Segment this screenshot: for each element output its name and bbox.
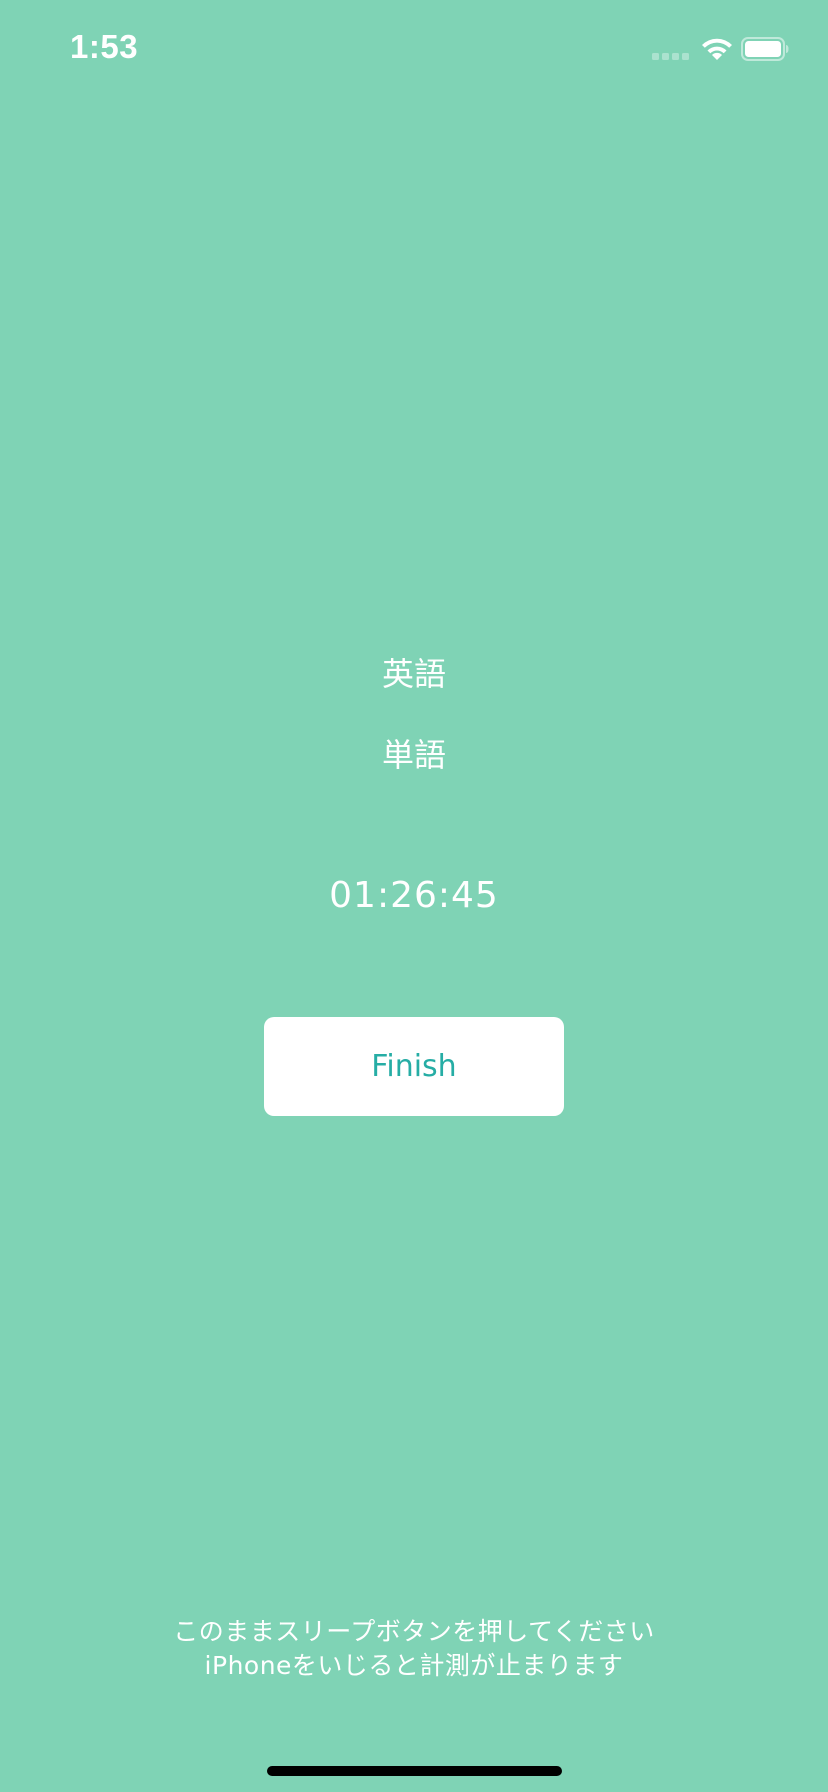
finish-button[interactable]: Finish — [264, 1017, 564, 1116]
wifi-icon — [702, 38, 732, 60]
sleep-instruction-line1: このままスリープボタンを押してください — [173, 1617, 655, 1646]
signal-icon — [652, 53, 689, 60]
sleep-instruction-line2: iPhoneをいじると計測が止まります — [204, 1651, 624, 1680]
battery-icon — [741, 37, 789, 61]
elapsed-timer: 01:26:45 — [329, 875, 499, 916]
subject-label: 英語 — [381, 655, 446, 693]
sleep-instruction: このままスリープボタンを押してください iPhoneをいじると計測が止まります — [0, 1615, 828, 1683]
home-indicator[interactable] — [267, 1766, 562, 1776]
topic-label: 単語 — [381, 736, 446, 774]
status-time: 1:53 — [70, 28, 139, 65]
